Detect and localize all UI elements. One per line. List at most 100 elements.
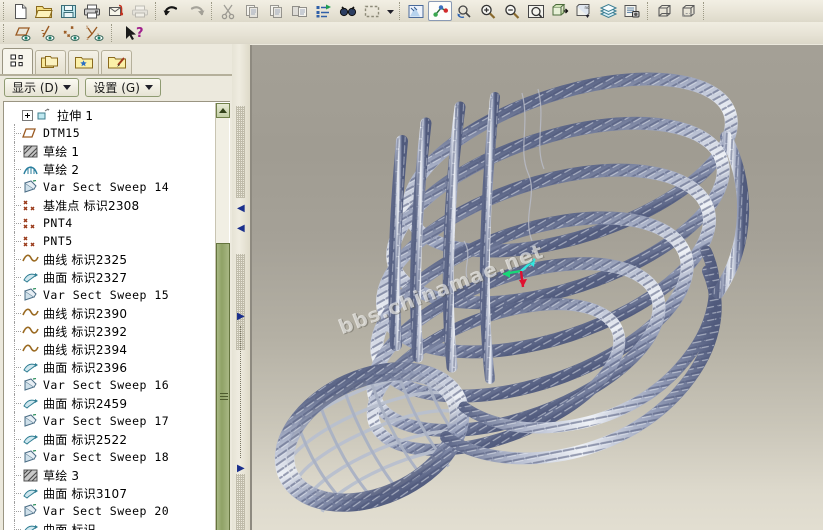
datum-axis-toggle[interactable] [36, 23, 60, 43]
splitter-collapse-left-icon-2[interactable]: ◀ [237, 224, 245, 234]
tree-guide-line [8, 466, 22, 484]
navigator-panel: 显示 (D) 设置 (G) 拉伸 1 DTM15 草绘 1 草绘 2 Var Sect … [0, 44, 232, 530]
datum-point-icon [22, 234, 39, 249]
tree-item[interactable]: 曲线 标识2390 [4, 304, 216, 322]
tab-folder-browser[interactable] [35, 50, 66, 74]
select-dropdown[interactable] [384, 1, 396, 21]
tree-item[interactable]: 曲面 标识2522 [4, 430, 216, 448]
paste-button[interactable] [264, 1, 288, 21]
tree-item[interactable]: 草绘 1 [4, 142, 216, 160]
curve-icon [22, 306, 39, 321]
paste-special-button[interactable] [288, 1, 312, 21]
save-file-button[interactable] [56, 1, 80, 21]
tree-item[interactable]: Var Sect Sweep 18 [4, 448, 216, 466]
sketch-filled-icon [22, 144, 39, 159]
select-box-button[interactable] [360, 1, 384, 21]
spin-center-button[interactable] [428, 1, 452, 21]
datum-plane-toggle[interactable] [12, 23, 36, 43]
saved-views-button[interactable]: no [572, 1, 596, 21]
scroll-up-icon[interactable] [216, 103, 230, 118]
var-sweep-icon [22, 504, 39, 519]
undo-button[interactable] [160, 1, 184, 21]
splitter-collapse-left-icon[interactable]: ◀ [237, 204, 245, 214]
tab-favorites[interactable] [68, 50, 99, 74]
datum-display-toolbar: yzx ? [0, 22, 823, 44]
print-button[interactable] [80, 1, 104, 21]
reorient-button[interactable] [452, 1, 476, 21]
repaint-button[interactable] [404, 1, 428, 21]
scrollbar-thumb[interactable] [216, 243, 230, 530]
datum-csys-toggle[interactable]: yzx [84, 23, 108, 43]
regenerate-button[interactable] [312, 1, 336, 21]
tree-item[interactable]: Var Sect Sweep 17 [4, 412, 216, 430]
toolbar-separator [111, 24, 113, 42]
refit-button[interactable] [524, 1, 548, 21]
var-sweep-icon [22, 414, 39, 429]
tree-item-label: 草绘 3 [43, 468, 80, 483]
redo-button[interactable] [184, 1, 208, 21]
tree-item-label: 曲面 标识 [43, 522, 96, 530]
graphics-viewport[interactable]: bbs.chinamae.net [250, 45, 823, 530]
zoom-in-button[interactable] [476, 1, 500, 21]
new-file-button[interactable] [8, 1, 32, 21]
show-menu-button[interactable]: 显示 (D) [4, 78, 80, 97]
view-manager-button[interactable] [548, 1, 572, 21]
panel-splitter[interactable]: ◀ ◀ ▶ ▶ [232, 44, 250, 530]
tree-item-label: 曲面 标识2522 [43, 432, 128, 447]
cut-button[interactable] [216, 1, 240, 21]
tree-item[interactable]: 曲面 标识 [4, 520, 216, 530]
splitter-expand-right-icon[interactable]: ▶ [237, 312, 245, 322]
toolbar-separator [3, 24, 5, 42]
surface-icon [22, 270, 39, 285]
tree-item[interactable]: Var Sect Sweep 15 [4, 286, 216, 304]
tree-item[interactable]: 曲线 标识2394 [4, 340, 216, 358]
tree-item[interactable]: PNT4 [4, 214, 216, 232]
tree-item[interactable]: 基准点 标识2308 [4, 196, 216, 214]
settings-menu-button[interactable]: 设置 (G) [85, 78, 161, 97]
tree-item[interactable]: 拉伸 1 [4, 106, 216, 124]
tree-item[interactable]: 曲面 标识3107 [4, 484, 216, 502]
tree-item-label: DTM15 [43, 126, 81, 140]
hidden-line-button[interactable] [676, 1, 700, 21]
find-button[interactable] [336, 1, 360, 21]
tree-item[interactable]: 草绘 3 [4, 466, 216, 484]
datum-point-toggle[interactable] [60, 23, 84, 43]
copy-button[interactable] [240, 1, 264, 21]
tree-item[interactable]: Var Sect Sweep 20 [4, 502, 216, 520]
tree-item[interactable]: PNT5 [4, 232, 216, 250]
tree-item[interactable]: 曲面 标识2327 [4, 268, 216, 286]
open-file-button[interactable] [32, 1, 56, 21]
model-tree-list[interactable]: 拉伸 1 DTM15 草绘 1 草绘 2 Var Sect Sweep 14 基准点 标识… [4, 102, 216, 530]
tab-model-tree[interactable] [2, 48, 33, 74]
wireframe-button[interactable] [652, 1, 676, 21]
tree-guide-line [8, 340, 22, 358]
svg-text:no: no [585, 5, 591, 10]
tree-item[interactable]: 曲面 标识2396 [4, 358, 216, 376]
print-preview-button[interactable] [128, 1, 152, 21]
navigator-tab-bar [0, 48, 232, 74]
send-mail-button[interactable] [104, 1, 128, 21]
model-tree-scrollbar[interactable] [215, 103, 230, 530]
navigator-tab-underline [0, 74, 232, 76]
tree-item-label: 草绘 1 [43, 144, 80, 159]
tree-item[interactable]: 草绘 2 [4, 160, 216, 178]
tree-item[interactable]: 曲面 标识2459 [4, 394, 216, 412]
curve-icon [22, 342, 39, 357]
tree-item[interactable]: 曲线 标识2392 [4, 322, 216, 340]
tree-item[interactable]: Var Sect Sweep 14 [4, 178, 216, 196]
tree-item[interactable]: DTM15 [4, 124, 216, 142]
tab-connections[interactable] [101, 50, 132, 74]
tree-item[interactable]: Var Sect Sweep 16 [4, 376, 216, 394]
context-help-button[interactable]: ? [120, 23, 154, 43]
appearance-button[interactable] [620, 1, 644, 21]
tree-item[interactable]: 曲线 标识2325 [4, 250, 216, 268]
splitter-expand-right-icon-2[interactable]: ▶ [237, 464, 245, 474]
tree-expander-icon[interactable] [22, 109, 33, 121]
layers-button[interactable] [596, 1, 620, 21]
toolbar-separator [647, 2, 649, 20]
tree-guide-line [8, 394, 22, 412]
curve-icon [22, 324, 39, 339]
zoom-out-button[interactable] [500, 1, 524, 21]
tree-item-label: 草绘 2 [43, 162, 80, 177]
navigator-menu-bar: 显示 (D) 设置 (G) [4, 78, 161, 97]
